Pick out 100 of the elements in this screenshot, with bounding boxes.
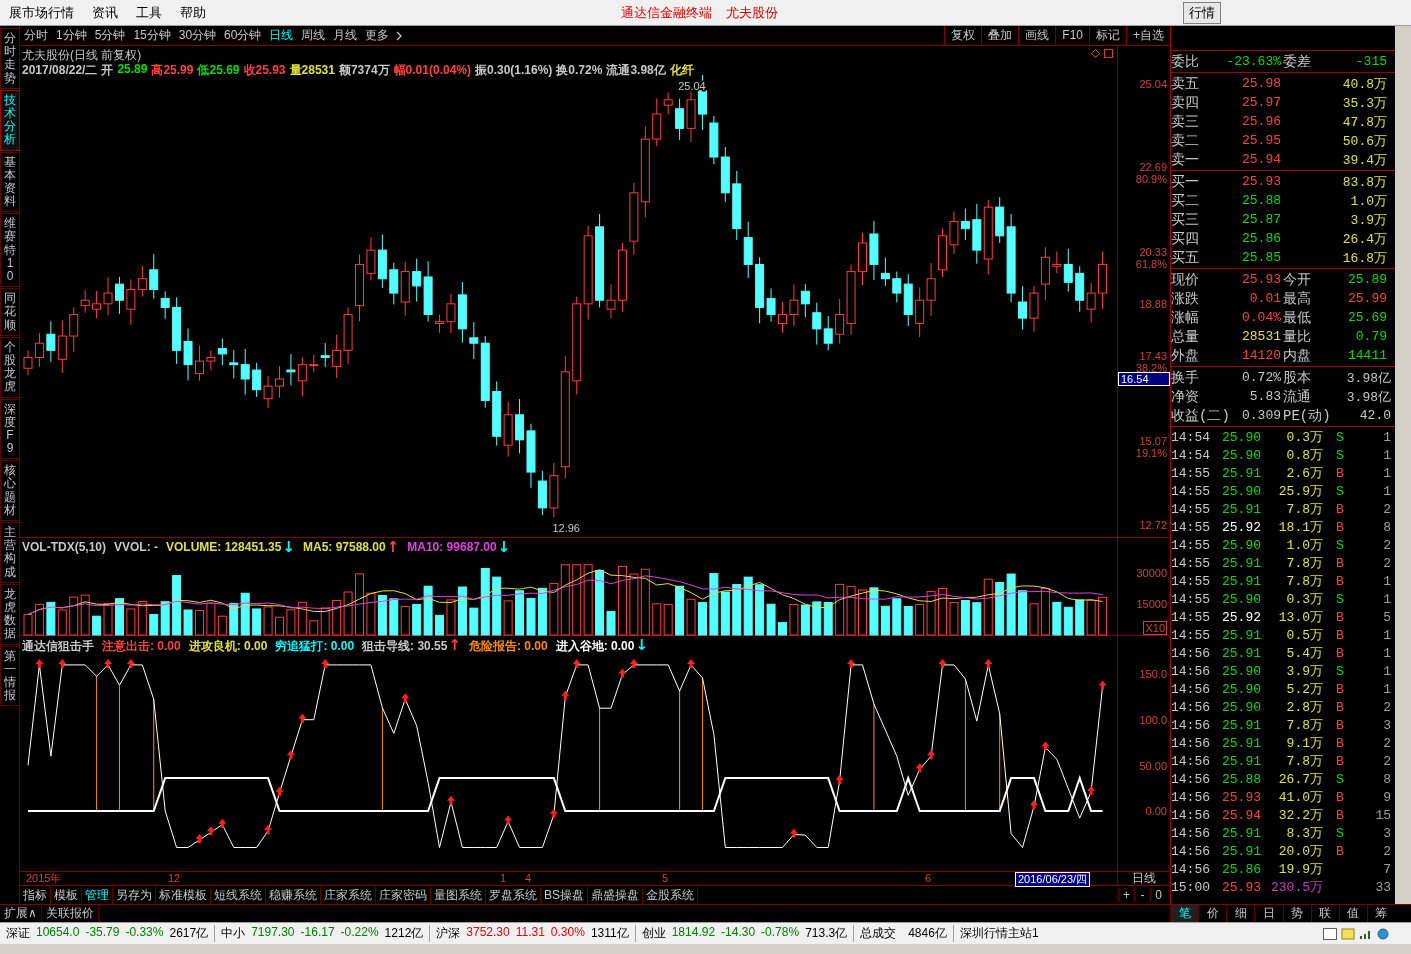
side-tab[interactable]: 维赛特10 [0, 213, 20, 288]
index-value: -0.78% [761, 925, 800, 941]
index-value: -16.17 [300, 925, 335, 941]
period-tab[interactable]: 1分钟 [52, 27, 91, 44]
template-tab[interactable]: 金股系统 [643, 886, 698, 904]
template-tab[interactable]: 标准模板 [156, 886, 211, 904]
total-value: 4846亿 [907, 925, 948, 942]
tick-volume: 5.2万 [1285, 681, 1323, 698]
menu-item[interactable]: 资讯 [83, 3, 127, 22]
period-tab[interactable]: 5分钟 [90, 27, 130, 44]
template-tab[interactable]: 模板 [51, 886, 82, 904]
template-tab[interactable]: 庄家密码 [376, 886, 431, 904]
index-value: 7197.30 [251, 925, 295, 941]
template-tab[interactable]: 罗盘系统 [486, 886, 541, 904]
template-tab[interactable]: 另存为 [113, 886, 156, 904]
template-tab[interactable]: 量图系统 [431, 886, 486, 904]
index-name: 沪深 [436, 925, 461, 942]
zoom-button[interactable]: 0 [1150, 888, 1166, 902]
trade-side: B [1335, 501, 1345, 517]
trade-count: 1 [1382, 465, 1391, 481]
tick-volume: 19.9万 [1277, 861, 1323, 878]
field-value: 25.89 [1347, 272, 1387, 287]
trade-count: 15 [1374, 807, 1391, 823]
tick-price: 25.90 [1221, 537, 1261, 553]
side-tab[interactable]: 龙虎数据 [0, 583, 20, 645]
order-price: 25.97 [1241, 95, 1281, 110]
date-label: 2015年 [26, 872, 62, 885]
tick-price: 25.92 [1221, 519, 1261, 535]
template-tab[interactable]: 鼎盛操盘 [588, 886, 643, 904]
template-tab[interactable]: 短线系统 [211, 886, 266, 904]
side-tab[interactable]: 基本资料 [0, 151, 20, 213]
menu-item[interactable]: 帮助 [171, 3, 215, 22]
side-tab[interactable]: 同花顺 [0, 288, 20, 336]
zoom-button[interactable]: + [1118, 888, 1134, 902]
toolbar-button[interactable]: 画线 [1018, 26, 1056, 45]
tick-volume: 5.4万 [1285, 645, 1323, 662]
note-icon [1341, 927, 1355, 940]
side-tab[interactable]: 深度F9 [0, 398, 20, 460]
side-tab[interactable]: 个股龙虎 [0, 336, 20, 398]
order-volume: 3.9万 [1349, 211, 1387, 229]
order-volume: 35.3万 [1341, 94, 1387, 112]
trade-count: 1 [1382, 681, 1391, 697]
detail-tab[interactable]: 笔 [1170, 905, 1199, 922]
period-tab[interactable]: 30分钟 [174, 27, 221, 44]
template-tab[interactable]: 庄家系统 [321, 886, 376, 904]
period-tab[interactable]: 日线 [265, 27, 298, 44]
toolbar-button[interactable]: 标记 [1089, 26, 1126, 45]
field-label: 收益(二) [1171, 406, 1231, 425]
tick-price: 25.90 [1221, 699, 1261, 715]
order-price: 25.94 [1241, 152, 1281, 167]
quote-button[interactable]: 行情 [1183, 1, 1221, 24]
trade-count: 3 [1382, 825, 1391, 841]
period-tab[interactable]: 60分钟 [220, 27, 266, 44]
date-label: 12 [168, 872, 181, 885]
side-tab[interactable]: 核心题材 [0, 460, 20, 521]
zoom-button[interactable]: - [1134, 888, 1150, 902]
trade-count: 8 [1382, 771, 1391, 787]
tick-volume: 18.1万 [1277, 519, 1323, 536]
order-level-label: 卖一 [1171, 150, 1200, 169]
trade-side: B [1335, 807, 1345, 823]
order-volume: 39.4万 [1341, 151, 1387, 169]
template-tab[interactable]: 指标 [20, 886, 51, 904]
period-tab[interactable]: 周线 [297, 27, 330, 44]
period-tab[interactable]: 月线 [329, 27, 362, 44]
side-tab[interactable]: 分时走势 [0, 28, 20, 89]
side-tab[interactable]: 第一情报 [0, 645, 20, 707]
field-value: 25.99 [1347, 291, 1387, 306]
order-level-label: 卖五 [1171, 74, 1200, 93]
period-tab[interactable]: 15分钟 [129, 27, 175, 44]
tick-volume: 2.6万 [1285, 465, 1323, 482]
field-label: 涨跌 [1171, 289, 1200, 308]
template-tab[interactable]: BS操盘 [541, 886, 588, 904]
tick-volume: 230.5万 [1270, 879, 1323, 896]
toolbar-button[interactable]: +自选 [1126, 26, 1170, 45]
trade-count: 2 [1382, 501, 1391, 517]
quote-info: 量28531 [289, 62, 335, 79]
template-tab[interactable]: 稳赚系统 [266, 886, 321, 904]
field-value: 0.04% [1241, 310, 1281, 325]
side-tab[interactable]: 主营构成 [0, 522, 20, 583]
trade-side: B [1335, 555, 1345, 571]
period-tab[interactable]: 分时 [20, 27, 52, 44]
menu-item[interactable]: 工具 [127, 3, 171, 22]
menu-item[interactable]: 展市场行情 [0, 3, 83, 22]
field-label: 净资 [1171, 387, 1200, 406]
tick-time: 14:56 [1171, 807, 1211, 823]
side-tab[interactable]: 技术分析 [0, 89, 20, 151]
trade-count: 1 [1382, 663, 1391, 679]
template-tab[interactable]: 管理 [82, 886, 113, 904]
toolbar-button[interactable]: 复权 [944, 26, 982, 45]
period-tab[interactable]: 更多 [361, 27, 394, 44]
tick-volume: 7.8万 [1285, 573, 1323, 590]
toolbar-button[interactable]: 叠加 [981, 26, 1019, 45]
toolbar-button[interactable]: F10 [1055, 26, 1089, 45]
trade-count: 1 [1382, 429, 1391, 445]
field-value: -23.63% [1225, 54, 1281, 69]
trend-arrow: ↓ [635, 638, 648, 655]
order-level-label: 卖四 [1171, 93, 1200, 112]
field-label: 外盘 [1171, 346, 1200, 365]
chart-title: 尤夫股份(日线 前复权) [22, 47, 142, 64]
tick-price: 25.91 [1221, 465, 1261, 481]
